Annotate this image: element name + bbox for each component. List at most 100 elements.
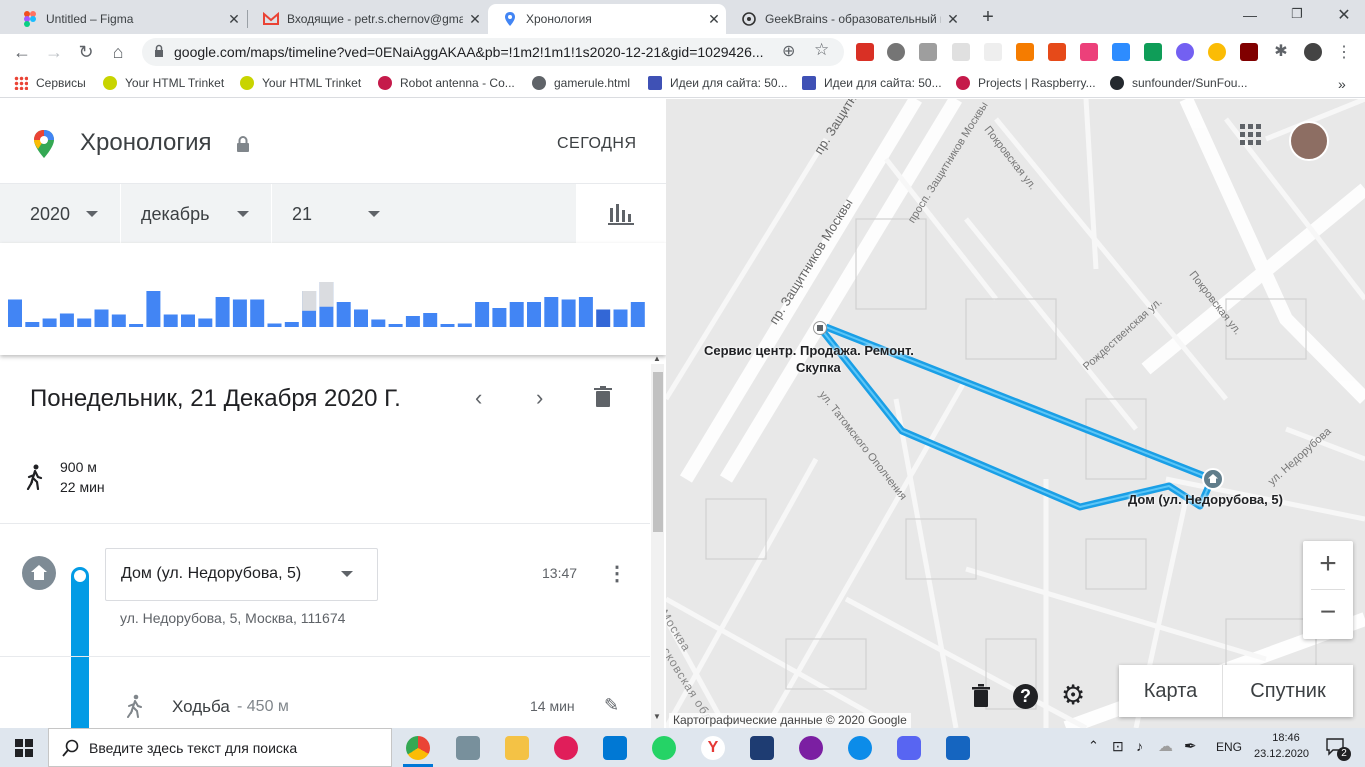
histogram-bar[interactable]: [613, 309, 628, 328]
windows-start-icon[interactable]: [15, 739, 33, 762]
histogram-bar[interactable]: [354, 309, 368, 328]
extension-icon[interactable]: [887, 43, 905, 61]
scrollbar-thumb[interactable]: [653, 372, 663, 532]
metamask-icon[interactable]: [1048, 43, 1066, 61]
histogram-bar[interactable]: [181, 314, 195, 328]
forward-button[interactable]: →: [42, 40, 66, 64]
close-tab-icon[interactable]: ✕: [463, 11, 487, 28]
histogram-bar[interactable]: [405, 316, 420, 327]
edge-icon[interactable]: [848, 736, 872, 760]
histogram-bar[interactable]: [423, 313, 438, 327]
close-window-button[interactable]: ✕: [1330, 5, 1358, 25]
histogram-bar[interactable]: [111, 314, 126, 328]
star-icon[interactable]: ☆: [814, 40, 829, 60]
histogram-bar[interactable]: [129, 324, 144, 327]
histogram-bar[interactable]: [8, 299, 22, 328]
place-select[interactable]: Дом (ул. Недорубова, 5): [105, 548, 378, 601]
extension-icon[interactable]: [919, 43, 937, 61]
extension-icon[interactable]: [952, 43, 970, 61]
extension-icon[interactable]: [984, 43, 1002, 61]
year-select[interactable]: 2020: [0, 184, 120, 244]
zoom-extension-icon[interactable]: [1112, 43, 1130, 61]
histogram-bar[interactable]: [371, 319, 386, 328]
tab-geekbrains[interactable]: GeekBrains - образовательный п ✕: [727, 4, 965, 34]
place-marker[interactable]: [813, 321, 827, 335]
minimize-button[interactable]: —: [1236, 7, 1264, 23]
zoom-out-button[interactable]: −: [1303, 590, 1353, 638]
new-tab-button[interactable]: +: [976, 6, 1000, 30]
drive-icon[interactable]: [1144, 43, 1162, 61]
close-tab-icon[interactable]: ✕: [222, 11, 246, 28]
vscode-icon[interactable]: [603, 736, 627, 760]
bookmark-item[interactable]: Your HTML Trinket: [103, 76, 224, 90]
onedrive-icon[interactable]: ☁: [1158, 737, 1173, 755]
next-day-icon[interactable]: ›: [536, 385, 543, 411]
restore-button[interactable]: ❐: [1283, 6, 1311, 22]
viber-icon[interactable]: [1176, 43, 1194, 61]
pen-icon[interactable]: ✒: [1184, 737, 1197, 755]
scroll-down-icon[interactable]: ▼: [653, 712, 661, 721]
close-tab-icon[interactable]: ✕: [941, 11, 965, 28]
histogram-bar[interactable]: [544, 297, 559, 327]
powershell-icon[interactable]: [750, 736, 774, 760]
language-indicator[interactable]: ENG: [1216, 740, 1242, 754]
settings-gear-icon[interactable]: ⚙: [1061, 682, 1085, 709]
histogram-bar[interactable]: [561, 299, 576, 328]
help-icon[interactable]: ?: [1013, 684, 1038, 709]
extension-icon[interactable]: [1208, 43, 1226, 61]
day-select[interactable]: 21: [272, 184, 576, 244]
file-explorer-icon[interactable]: [505, 736, 529, 760]
bookmark-item[interactable]: sunfounder/SunFou...: [1110, 76, 1247, 90]
extension-icon[interactable]: [856, 43, 874, 61]
histogram-bar[interactable]: [596, 309, 611, 328]
map-type-satellite-button[interactable]: Спутник: [1222, 665, 1353, 717]
activity-histogram[interactable]: [0, 243, 666, 355]
histogram-bar[interactable]: [163, 314, 178, 328]
zoom-in-button[interactable]: +: [1303, 541, 1353, 589]
address-bar[interactable]: google.com/maps/timeline?ved=0ENaiAggAKA…: [142, 38, 844, 66]
reload-button[interactable]: ↻: [74, 40, 98, 64]
bookmark-item[interactable]: Идеи для сайта: 50...: [648, 76, 788, 90]
histogram-bar[interactable]: [77, 318, 92, 328]
histogram-bar[interactable]: [284, 322, 299, 327]
histogram-bar[interactable]: [25, 322, 40, 327]
stats-button[interactable]: [576, 184, 666, 244]
slack-icon[interactable]: [554, 736, 578, 760]
more-options-icon[interactable]: ⋮: [607, 561, 627, 586]
delete-icon[interactable]: [972, 684, 990, 713]
taskbar-app-icon[interactable]: [799, 736, 823, 760]
clock-time[interactable]: 18:46: [1266, 732, 1306, 744]
ublock-icon[interactable]: [1240, 43, 1258, 61]
bookmark-item[interactable]: Robot antenna - Co...: [378, 76, 515, 90]
chrome-taskbar-icon[interactable]: [406, 736, 430, 760]
histogram-bar[interactable]: [59, 313, 74, 328]
bookmark-item[interactable]: Projects | Raspberry...: [956, 76, 1096, 90]
home-button[interactable]: ⌂: [106, 40, 130, 64]
previous-day-icon[interactable]: ‹: [475, 385, 482, 411]
yandex-icon[interactable]: Y: [701, 736, 725, 760]
user-avatar[interactable]: [1289, 121, 1329, 161]
close-tab-icon[interactable]: ✕: [702, 11, 726, 28]
apps-grid-icon[interactable]: [1240, 124, 1262, 151]
tab-figma[interactable]: Untitled – Figma ✕: [8, 4, 246, 34]
histogram-bar[interactable]: [250, 299, 265, 328]
home-marker-icon[interactable]: [1202, 468, 1224, 490]
map-view[interactable]: пр. Защитников Москвы пр. Защитников Мос…: [666, 99, 1365, 728]
histogram-bar[interactable]: [198, 318, 213, 328]
month-select[interactable]: декабрь: [121, 184, 271, 244]
histogram-bar[interactable]: [388, 324, 403, 327]
histogram-bar[interactable]: [509, 302, 524, 327]
bookmark-item[interactable]: gamerule.html: [532, 76, 630, 90]
bookmark-item[interactable]: Идеи для сайта: 50...: [802, 76, 942, 90]
photos-icon[interactable]: [946, 736, 970, 760]
clock-date[interactable]: 23.12.2020: [1254, 748, 1309, 760]
extension-icon[interactable]: [1016, 43, 1034, 61]
histogram-bar[interactable]: [267, 323, 282, 328]
bookmarks-overflow-icon[interactable]: »: [1338, 76, 1346, 92]
taskbar-search-box[interactable]: Введите здесь текст для поиска: [48, 728, 392, 767]
histogram-bar[interactable]: [457, 323, 472, 328]
histogram-bar[interactable]: [630, 302, 645, 327]
volume-icon[interactable]: ♪: [1136, 738, 1143, 754]
histogram-bar[interactable]: [215, 297, 230, 327]
today-button[interactable]: СЕГОДНЯ: [557, 135, 637, 153]
